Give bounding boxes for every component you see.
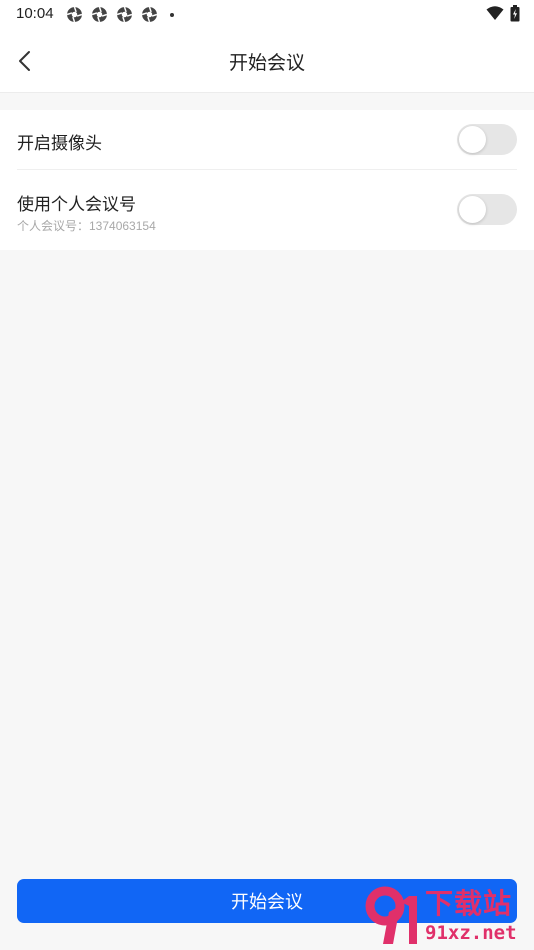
toggle-knob [459, 126, 486, 153]
wifi-icon [486, 6, 504, 20]
status-bar: 10:04 [0, 0, 534, 28]
personal-meeting-id-value: 个人会议号：1374063154 [17, 219, 156, 233]
watermark-logo-icon [365, 886, 417, 944]
setting-row-camera: 开启摄像头 [17, 110, 517, 170]
aperture-icon [91, 6, 108, 23]
toggle-knob [459, 196, 486, 223]
watermark: 下载站 91xz.net [365, 882, 531, 948]
battery-charging-icon [510, 5, 520, 22]
aperture-icon [116, 6, 133, 23]
camera-label: 开启摄像头 [17, 134, 102, 153]
aperture-icon [141, 6, 158, 23]
personal-meeting-id-label: 使用个人会议号 [17, 195, 136, 214]
watermark-url: 91xz.net [425, 922, 517, 944]
page-title: 开始会议 [228, 53, 305, 74]
status-time: 10:04 [16, 5, 54, 22]
notification-icons [66, 6, 174, 23]
camera-toggle[interactable] [457, 124, 517, 155]
personal-meeting-id-toggle[interactable] [457, 194, 517, 225]
watermark-text: 下载站 [425, 888, 513, 919]
aperture-icon [66, 6, 83, 23]
setting-row-personal-meeting-id: 使用个人会议号 个人会议号：1374063154 [17, 170, 517, 250]
nav-bar: 开始会议 [0, 28, 534, 93]
system-icons [486, 5, 520, 22]
more-notifications-dot [170, 12, 174, 17]
meeting-settings: 开启摄像头 使用个人会议号 个人会议号：1374063154 [0, 110, 534, 250]
